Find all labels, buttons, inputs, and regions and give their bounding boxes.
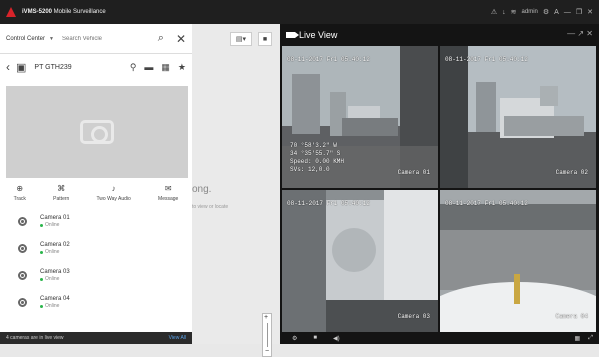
camera-placeholder-icon: [80, 120, 114, 144]
two-way-audio-button[interactable]: ♪ Two Way Audio: [97, 184, 131, 202]
live-view-status-bar: 4 cameras are in live view View All: [0, 332, 192, 344]
close-icon[interactable]: ✕: [587, 8, 593, 16]
vehicle-plate: PT GTH239: [34, 63, 72, 71]
tile-camera-label: Camera 03: [397, 313, 430, 320]
stop-icon[interactable]: ■: [313, 335, 317, 341]
audio-icon[interactable]: ◀): [333, 335, 340, 342]
back-arrow-icon[interactable]: ‹: [6, 60, 10, 74]
video-tile-camera-04[interactable]: 08-11-2017 Fri 05:40:12 Camera 04: [440, 190, 596, 332]
download-icon[interactable]: ↓: [502, 9, 506, 16]
vehicle-actions: ⊕ Track ⌘ Pattern ♪ Two Way Audio ✉ Mess…: [0, 184, 192, 208]
pattern-icon: ⌘: [57, 184, 66, 193]
minimize-panel-icon[interactable]: —: [567, 29, 575, 38]
map-fullscreen-button[interactable]: ■: [258, 32, 272, 46]
camera-icon: [18, 298, 27, 307]
online-dot-icon: [40, 223, 43, 227]
list-item[interactable]: Camera 01 Online: [0, 208, 192, 235]
zoom-out-button[interactable]: −: [265, 348, 269, 355]
tile-timestamp: 08-11-2017 Fri 05:40:12: [287, 200, 370, 207]
control-center-dropdown[interactable]: Control Center: [6, 36, 45, 42]
live-view-title: Live View: [299, 30, 338, 40]
online-dot-icon: [40, 277, 43, 281]
alarm-icon[interactable]: ⚠: [491, 8, 497, 16]
camera-icon: [18, 244, 27, 253]
bus-icon: ▣: [16, 61, 27, 74]
view-all-link[interactable]: View All: [169, 335, 186, 341]
live-view-toolbar: ⚙ ■ ◀) ▦ ⤢: [280, 332, 599, 344]
video-camera-icon: [286, 32, 299, 38]
map-area[interactable]: ▤▾ ■ ong. to view or locate + −: [192, 24, 280, 357]
message-icon: ✉: [164, 184, 172, 193]
app-logo-icon: [6, 7, 16, 17]
layers-icon: ▤▾: [235, 36, 247, 43]
app-title: iVMS-5200 Mobile Surveillance: [22, 9, 106, 15]
favorite-star-icon[interactable]: ★: [178, 62, 186, 73]
close-panel-icon[interactable]: ✕: [586, 29, 593, 38]
video-frame: [440, 190, 596, 332]
settings-icon[interactable]: ⚙: [543, 8, 549, 16]
camera-list: Camera 01 Online Camera 02 Online Camera…: [0, 208, 192, 316]
map-hint-text: ong.: [192, 184, 212, 195]
online-dot-icon: [40, 250, 43, 254]
camera-icon: [18, 217, 27, 226]
tile-timestamp: 08-11-2017 Fri 05:40:12: [287, 56, 370, 63]
fullscreen-icon[interactable]: ⤢: [588, 335, 593, 342]
search-bar: Control Center ▼ ⌕ ✕: [0, 24, 192, 54]
vehicle-header: ‹ ▣ PT GTH239 ⚲ ▬ ▦ ★: [0, 54, 192, 80]
tile-timestamp: 08-11-2017 Fri 05:40:12: [445, 56, 528, 63]
zoom-track[interactable]: [267, 323, 268, 347]
list-item[interactable]: Camera 03 Online: [0, 262, 192, 289]
video-tile-camera-03[interactable]: 08-11-2017 Fri 05:40:12 Camera 03: [282, 190, 438, 332]
video-icon[interactable]: ▬: [144, 62, 153, 73]
track-button[interactable]: ⊕ Track: [14, 184, 26, 202]
search-vehicle-input[interactable]: [61, 35, 142, 42]
window-layout-icon[interactable]: ▦: [575, 335, 581, 342]
tile-gps-readout: 70 °58'3.2" W 34 °35'55.7" S Speed: 0.00…: [290, 142, 345, 173]
tile-camera-label: Camera 02: [555, 169, 588, 176]
zoom-slider[interactable]: + −: [262, 313, 272, 357]
minimize-icon[interactable]: —: [564, 9, 571, 16]
live-view-header: Live View: [280, 24, 599, 46]
playback-icon[interactable]: ▦: [161, 62, 170, 73]
live-count-text: 4 cameras are in live view: [6, 335, 64, 341]
video-tile-camera-02[interactable]: 08-11-2017 Fri 05:40:12 Camera 02: [440, 46, 596, 188]
restore-icon[interactable]: ❐: [576, 8, 582, 16]
close-panel-icon[interactable]: ✕: [176, 32, 186, 46]
list-item[interactable]: Camera 04 Online: [0, 289, 192, 316]
chevron-down-icon[interactable]: ▼: [49, 36, 54, 42]
search-icon[interactable]: ⌕: [158, 32, 164, 45]
screen-icon: ■: [262, 35, 268, 43]
map-hint-subtext: to view or locate: [192, 204, 229, 210]
online-dot-icon: [40, 304, 43, 308]
vehicle-preview: [6, 86, 188, 178]
list-item[interactable]: Camera 02 Online: [0, 235, 192, 262]
tile-camera-label: Camera 04: [555, 313, 588, 320]
map-layer-button[interactable]: ▤▾: [230, 32, 252, 46]
microphone-icon: ♪: [111, 184, 116, 193]
zoom-in-button[interactable]: +: [264, 314, 268, 321]
tile-camera-label: Camera 01: [397, 169, 430, 176]
video-frame: [282, 190, 438, 332]
video-tile-camera-01[interactable]: 08-11-2017 Fri 05:40:12 70 °58'3.2" W 34…: [282, 46, 438, 188]
video-frame: [440, 46, 596, 188]
pattern-button[interactable]: ⌘ Pattern: [53, 184, 69, 202]
message-button[interactable]: ✉ Message: [158, 184, 178, 202]
user-menu[interactable]: admin: [522, 9, 538, 15]
expand-panel-icon[interactable]: ↗: [577, 29, 584, 38]
tile-timestamp: 08-11-2017 Fri 05:40:12: [445, 200, 528, 207]
live-view-panel: Live View — ↗ ✕ 08-11-2017 Fri 05:40:12 …: [280, 24, 599, 344]
track-icon: ⊕: [16, 184, 24, 193]
location-pin-icon[interactable]: ⚲: [130, 62, 137, 73]
camera-icon: [18, 271, 27, 280]
app-titlebar: iVMS-5200 Mobile Surveillance ⚠ ↓ ≋ admi…: [0, 0, 599, 24]
wifi-icon[interactable]: ≋: [511, 8, 517, 16]
lock-icon[interactable]: A: [554, 9, 559, 16]
settings-icon[interactable]: ⚙: [292, 335, 297, 342]
